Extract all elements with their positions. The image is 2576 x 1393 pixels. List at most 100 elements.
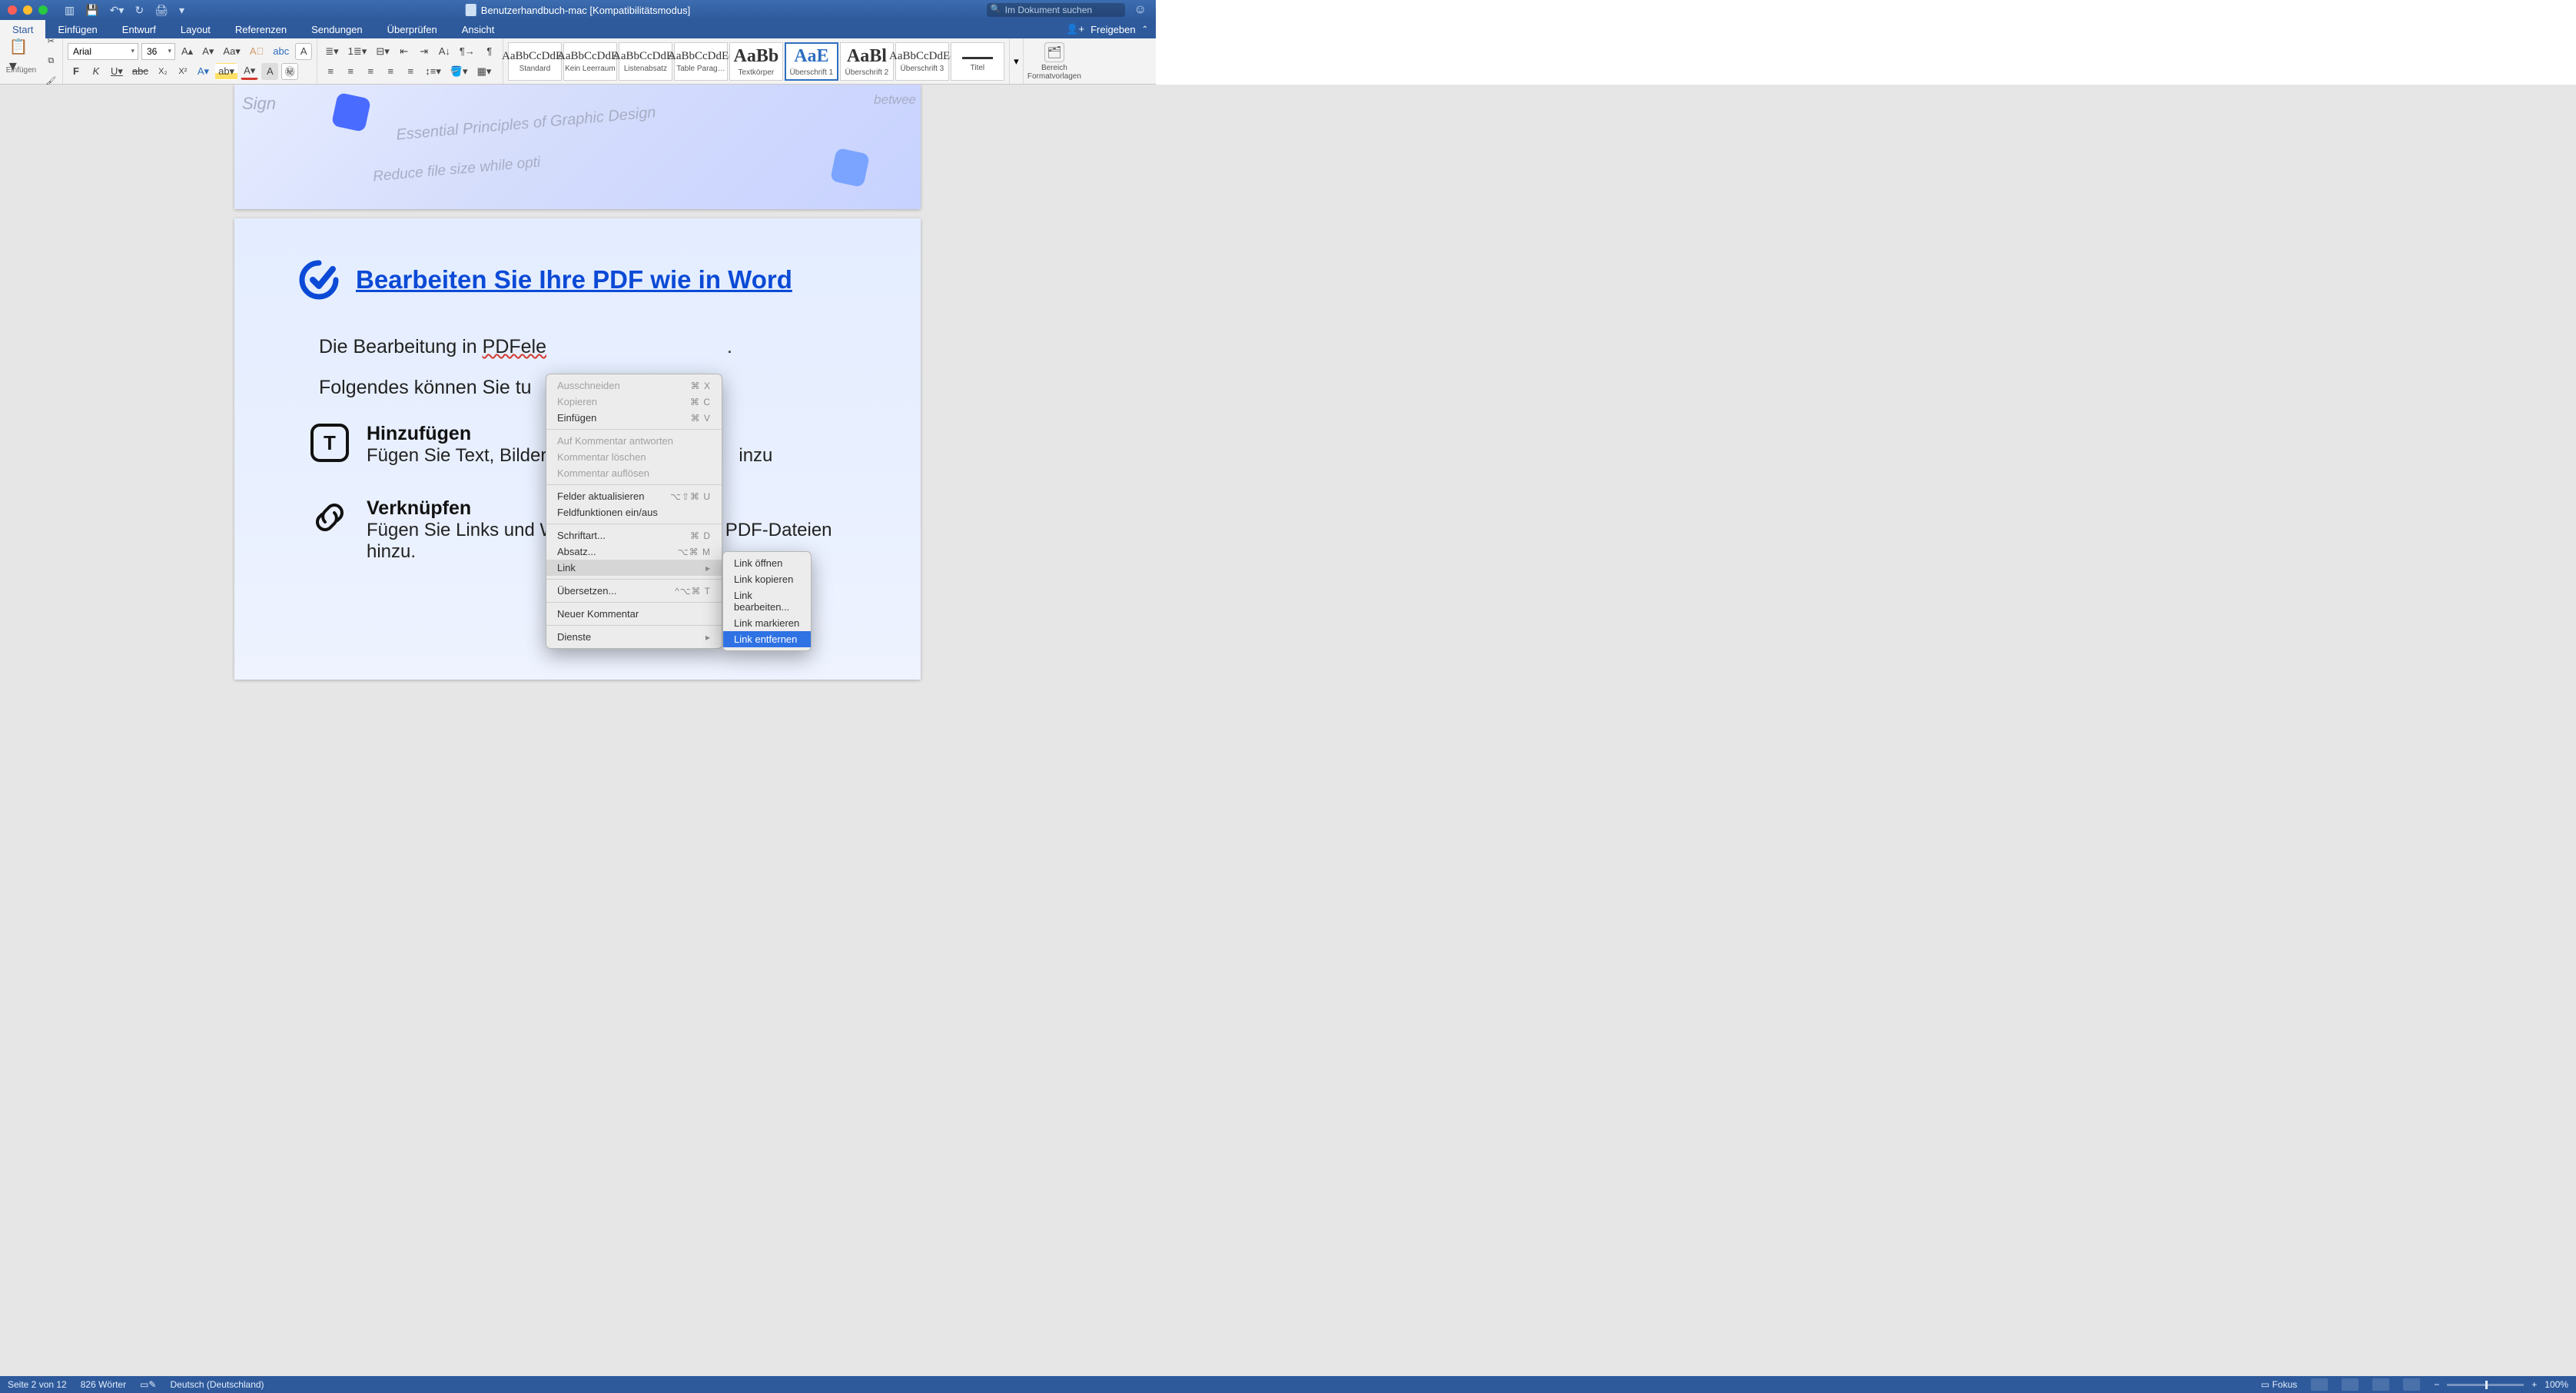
- share-icon[interactable]: 👤+: [1066, 23, 1084, 35]
- change-case-icon[interactable]: Aa▾: [220, 43, 243, 60]
- tab-sendungen[interactable]: Sendungen: [299, 20, 375, 38]
- ctx-neuer-kommentar[interactable]: Neuer Kommentar: [546, 606, 722, 622]
- phonetic-icon[interactable]: abc: [270, 43, 292, 60]
- superscript-icon[interactable]: X²: [174, 63, 191, 80]
- highlight-icon[interactable]: ab▾: [215, 63, 237, 80]
- outdent-icon[interactable]: ⇤: [396, 43, 413, 60]
- qat-more-icon[interactable]: ▾: [179, 4, 184, 17]
- ctx-sub-link-markieren[interactable]: Link markieren: [723, 615, 811, 631]
- show-marks-icon[interactable]: ¶: [481, 43, 498, 60]
- tab-entwurf[interactable]: Entwurf: [110, 20, 168, 38]
- paste-icon[interactable]: 📋▾: [6, 48, 36, 65]
- ctx-dienste[interactable]: Dienste▸: [546, 629, 722, 645]
- borders-icon[interactable]: ▦▾: [474, 63, 495, 80]
- style-tile-table-parag-[interactable]: AaBbCcDdEeTable Parag…: [674, 42, 728, 81]
- ctx-einf-gen[interactable]: Einfügen⌘ V: [546, 410, 722, 426]
- heading-1[interactable]: Bearbeiten Sie Ihre PDF wie in Word: [356, 265, 792, 294]
- tab-start[interactable]: Start: [0, 20, 45, 38]
- context-menu[interactable]: Ausschneiden⌘ XKopieren⌘ CEinfügen⌘ VAuf…: [546, 374, 722, 649]
- zoom-control[interactable]: − + 100%: [2434, 1379, 2568, 1390]
- ctx-feldfunktionen-ein-aus[interactable]: Feldfunktionen ein/aus: [546, 504, 722, 520]
- style-tile-titel[interactable]: Titel: [951, 42, 1004, 81]
- word-count[interactable]: 826 Wörter: [81, 1379, 126, 1390]
- spellcheck-word[interactable]: PDFele: [483, 336, 546, 357]
- grow-font-icon[interactable]: A▴: [178, 43, 196, 60]
- clear-format-icon[interactable]: A⃥: [247, 43, 267, 60]
- minimize-window[interactable]: [23, 5, 32, 15]
- style-tile--berschrift-3[interactable]: AaBbCcDdEeÜberschrift 3: [895, 42, 949, 81]
- view-print-icon[interactable]: [2311, 1378, 2328, 1391]
- strike-icon[interactable]: abc: [129, 63, 151, 80]
- style-tile-textk-rper[interactable]: AaBbTextkörper: [729, 42, 783, 81]
- tab-referenzen[interactable]: Referenzen: [223, 20, 299, 38]
- collapse-ribbon-icon[interactable]: ⌃: [1142, 25, 1148, 34]
- feedback-icon[interactable]: ☺: [1134, 3, 1147, 17]
- document-area[interactable]: Sign Essential Principles of Graphic Des…: [0, 85, 2576, 1376]
- view-draft-icon[interactable]: [2403, 1378, 2420, 1391]
- zoom-slider[interactable]: [2447, 1384, 2524, 1386]
- style-tile--berschrift-2[interactable]: AaBlÜberschrift 2: [840, 42, 894, 81]
- autosave-icon[interactable]: ▥: [65, 4, 75, 17]
- ltr-icon[interactable]: ¶→: [456, 43, 478, 60]
- zoom-window[interactable]: [38, 5, 48, 15]
- close-window[interactable]: [8, 5, 17, 15]
- style-tile-listenabsatz[interactable]: AaBbCcDdEeListenabsatz: [619, 42, 672, 81]
- ctx-sub-link-ffnen[interactable]: Link öffnen: [723, 555, 811, 571]
- tab-ueberpruefen[interactable]: Überprüfen: [375, 20, 450, 38]
- font-name-input[interactable]: Arial: [68, 43, 138, 60]
- styles-more[interactable]: ▾: [1010, 38, 1024, 84]
- ctx-link[interactable]: Link▸: [546, 560, 722, 576]
- ctx-sub-link-bearbeiten-[interactable]: Link bearbeiten...: [723, 587, 811, 615]
- distributed-icon[interactable]: ≡: [402, 63, 419, 80]
- font-color-icon[interactable]: A▾: [241, 63, 258, 80]
- shrink-font-icon[interactable]: A▾: [199, 43, 217, 60]
- page-indicator[interactable]: Seite 2 von 12: [8, 1379, 67, 1390]
- redo-icon[interactable]: ↻: [134, 4, 144, 17]
- undo-icon[interactable]: ↶▾: [110, 4, 124, 17]
- underline-icon[interactable]: U▾: [108, 63, 126, 80]
- search-input[interactable]: Im Dokument suchen: [987, 3, 1125, 17]
- style-tile-standard[interactable]: AaBbCcDdEeStandard: [508, 42, 562, 81]
- char-shading-icon[interactable]: A: [261, 63, 278, 80]
- bullets-icon[interactable]: ≣▾: [322, 43, 341, 60]
- tab-einfuegen[interactable]: Einfügen: [45, 20, 109, 38]
- char-border-icon[interactable]: A: [295, 43, 312, 60]
- ctx-felder-aktualisieren[interactable]: Felder aktualisieren⌥⇧⌘ U: [546, 488, 722, 504]
- line-spacing-icon[interactable]: ↕≡▾: [422, 63, 444, 80]
- ctx-schriftart-[interactable]: Schriftart...⌘ D: [546, 527, 722, 544]
- bold-icon[interactable]: F: [68, 63, 85, 80]
- body-line-1[interactable]: Die Bearbeitung in PDFele.: [319, 332, 859, 362]
- context-submenu-link[interactable]: Link öffnenLink kopierenLink bearbeiten.…: [722, 551, 812, 651]
- enclose-icon[interactable]: ㊙: [281, 63, 298, 80]
- zoom-out-icon[interactable]: −: [2434, 1379, 2439, 1390]
- ctx-sub-link-kopieren[interactable]: Link kopieren: [723, 571, 811, 587]
- style-tile--berschrift-1[interactable]: AaEÜberschrift 1: [785, 42, 838, 81]
- justify-icon[interactable]: ≡: [382, 63, 399, 80]
- copy-icon[interactable]: ⧉: [42, 53, 59, 70]
- language-indicator[interactable]: Deutsch (Deutschland): [171, 1379, 264, 1390]
- ctx--bersetzen-[interactable]: Übersetzen...^⌥⌘ T: [546, 583, 722, 599]
- align-left-icon[interactable]: ≡: [322, 63, 339, 80]
- multilevel-icon[interactable]: ⊟▾: [373, 43, 392, 60]
- align-right-icon[interactable]: ≡: [362, 63, 379, 80]
- tab-ansicht[interactable]: Ansicht: [450, 20, 507, 38]
- view-outline-icon[interactable]: [2372, 1378, 2389, 1391]
- zoom-value[interactable]: 100%: [2544, 1379, 2568, 1390]
- styles-pane-button[interactable]: 🗂 Bereich Formatvorlagen: [1024, 38, 1085, 84]
- shading-icon[interactable]: 🪣▾: [447, 63, 471, 80]
- spellcheck-status-icon[interactable]: ▭✎: [140, 1379, 156, 1390]
- subscript-icon[interactable]: X₂: [154, 63, 171, 80]
- numbering-icon[interactable]: 1≣▾: [345, 43, 370, 60]
- save-icon[interactable]: 💾: [85, 4, 98, 17]
- align-center-icon[interactable]: ≡: [342, 63, 359, 80]
- indent-icon[interactable]: ⇥: [416, 43, 433, 60]
- share-button[interactable]: Freigeben: [1090, 24, 1136, 35]
- sort-icon[interactable]: A↓: [436, 43, 453, 60]
- tab-layout[interactable]: Layout: [168, 20, 223, 38]
- view-web-icon[interactable]: [2342, 1378, 2359, 1391]
- zoom-in-icon[interactable]: +: [2531, 1379, 2537, 1390]
- text-effects-icon[interactable]: A▾: [194, 63, 212, 80]
- focus-mode-button[interactable]: ▭ Fokus: [2261, 1379, 2297, 1390]
- print-icon[interactable]: 🖨: [154, 4, 168, 17]
- ctx-absatz-[interactable]: Absatz...⌥⌘ M: [546, 544, 722, 560]
